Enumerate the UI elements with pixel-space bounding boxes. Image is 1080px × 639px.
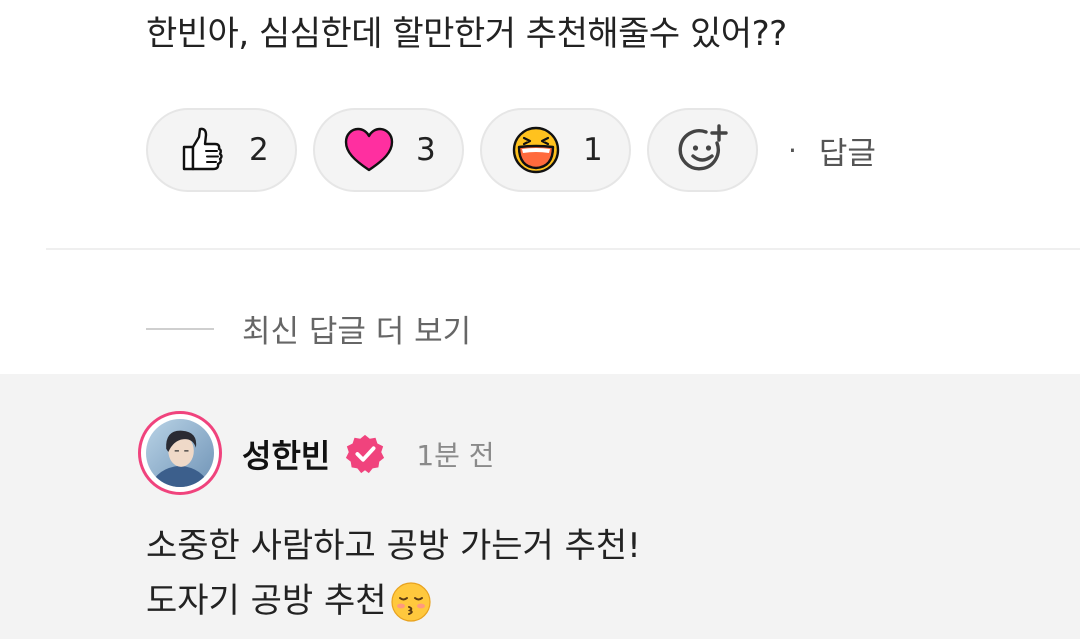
reply-line: 소중한 사람하고 공방 가는거 추천! [146,519,641,574]
add-reaction-button[interactable] [647,108,758,192]
reply-avatar[interactable] [138,411,222,495]
reaction-count: 2 [249,132,269,168]
reaction-laugh-button[interactable]: 1 [480,108,631,192]
more-replies-line [146,327,214,330]
reply-author-name[interactable]: 성한빈 [242,431,330,477]
kissing-face-icon [390,581,431,622]
avatar-image [146,419,214,487]
more-replies-label: 최신 답글 더 보기 [242,314,472,350]
comment-text: 한빈아, 심심한데 할만한거 추천해줄수 있어?? [146,14,787,54]
reply-text: 소중한 사람하고 공방 가는거 추천! 도자기 공방 추천 [146,519,641,629]
reply-button[interactable]: 답글 [819,128,876,173]
reaction-count: 3 [416,132,436,168]
separator-dot: · [788,133,797,167]
add-reaction-icon [678,124,728,171]
reaction-count: 1 [583,132,603,168]
divider [46,248,1080,250]
heart-icon [344,127,394,172]
reply-line-text: 도자기 공방 추천 [146,581,387,621]
reaction-bar: 2 3 1 · 답글 [146,108,876,192]
verified-badge-icon [346,434,385,474]
laughing-face-icon [512,126,560,174]
more-replies-button[interactable]: 최신 답글 더 보기 [146,306,471,351]
reaction-thumbs-up-button[interactable]: 2 [146,108,297,192]
thumbs-up-icon [182,127,223,171]
reply-line-text: 소중한 사람하고 공방 가는거 추천! [146,526,641,566]
reaction-heart-button[interactable]: 3 [313,108,464,192]
reply-timestamp: 1분 전 [416,439,495,472]
reply-line: 도자기 공방 추천 [146,574,641,629]
